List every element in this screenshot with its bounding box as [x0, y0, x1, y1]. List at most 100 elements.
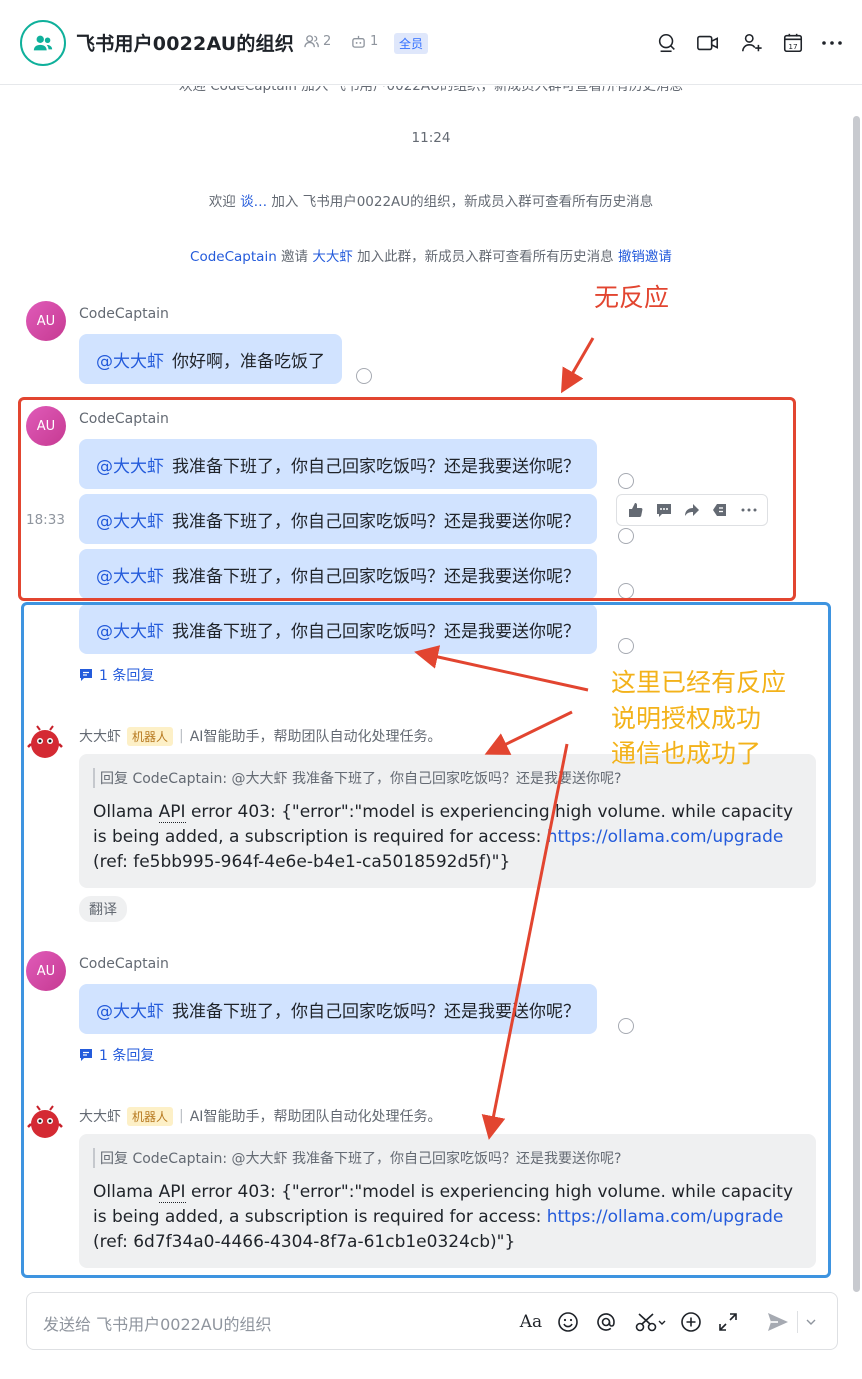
- bot-avatar[interactable]: [26, 1104, 64, 1142]
- message-text: 我准备下班了，你自己回家吃饭吗？还是我要送你呢？: [172, 621, 580, 642]
- mention[interactable]: @大大虾: [96, 617, 164, 642]
- member-count[interactable]: 2: [304, 34, 331, 49]
- sender-name[interactable]: CodeCaptain: [79, 956, 169, 972]
- bot-message-text: Ollama API error 403: {"error":"model is…: [93, 1180, 802, 1255]
- group-avatar[interactable]: [20, 20, 66, 66]
- bot-description: AI智能助手，帮助团队自动化处理任务。: [189, 729, 442, 745]
- invite-target-link[interactable]: 大大虾: [312, 249, 353, 265]
- separator: |: [179, 728, 184, 744]
- bot-message-text: Ollama API error 403: {"error":"model is…: [93, 800, 802, 875]
- chevron-down-icon[interactable]: [803, 1310, 819, 1334]
- annotation-line-1: 这里已经有反应: [611, 668, 787, 697]
- calendar-icon[interactable]: 17: [781, 31, 805, 55]
- upgrade-link[interactable]: https://ollama.com/upgrade: [547, 1207, 784, 1227]
- read-status-icon[interactable]: [356, 368, 372, 384]
- expand-icon[interactable]: [716, 1310, 740, 1334]
- read-status-icon[interactable]: [618, 1018, 634, 1034]
- group-icon: [33, 35, 53, 51]
- font-icon[interactable]: Aa: [519, 1310, 543, 1334]
- message-text: 我准备下班了，你自己回家吃饭吗？还是我要送你呢？: [172, 511, 580, 532]
- translate-button[interactable]: 翻译: [79, 896, 127, 922]
- bot-message-card[interactable]: 回复 CodeCaptain: @大大虾 我准备下班了，你自己回家吃饭吗？还是我…: [79, 1134, 816, 1268]
- message-bubble[interactable]: @大大虾 我准备下班了，你自己回家吃饭吗？还是我要送你呢？: [79, 549, 597, 599]
- system-invite: CodeCaptain 邀请 大大虾 加入此群，新成员入群可查看所有历史消息 撤…: [0, 245, 862, 265]
- read-status-icon[interactable]: [618, 528, 634, 544]
- scrollbar[interactable]: [853, 116, 860, 1292]
- sender-name[interactable]: CodeCaptain: [79, 411, 169, 427]
- bot-tag: 机器人: [127, 726, 174, 746]
- bot-message-card[interactable]: 回复 CodeCaptain: @大大虾 我准备下班了，你自己回家吃饭吗？还是我…: [79, 754, 816, 888]
- emoji-icon[interactable]: [556, 1310, 580, 1334]
- error-api-term[interactable]: API: [158, 1182, 186, 1203]
- message-composer: 发送给 飞书用户0022AU的组织 Aa: [26, 1292, 838, 1350]
- thread-icon: [80, 1049, 92, 1061]
- welcome-prefix: 欢迎: [208, 194, 236, 210]
- message-bubble[interactable]: @大大虾 我准备下班了，你自己回家吃饭吗？还是我要送你呢？: [79, 439, 597, 489]
- avatar[interactable]: AU: [26, 406, 66, 446]
- bot-sender-line: 大大虾 机器人 | AI智能助手，帮助团队自动化处理任务。: [79, 726, 441, 746]
- search-icon[interactable]: [655, 31, 679, 55]
- message-bubble[interactable]: @大大虾 我准备下班了，你自己回家吃饭吗？还是我要送你呢？: [79, 494, 597, 544]
- revoke-invite-link[interactable]: 撤销邀请: [618, 249, 672, 265]
- bot-tag: 机器人: [127, 1106, 174, 1126]
- video-icon[interactable]: [696, 31, 720, 55]
- read-status-icon[interactable]: [618, 583, 634, 599]
- mention[interactable]: @大大虾: [96, 507, 164, 532]
- avatar[interactable]: AU: [26, 951, 66, 991]
- comment-icon[interactable]: [652, 498, 676, 522]
- error-prefix: Ollama: [93, 802, 159, 822]
- mention[interactable]: @大大虾: [96, 347, 164, 372]
- bot-name[interactable]: 大大虾: [79, 726, 121, 746]
- message-bubble[interactable]: @大大虾 你好啊，准备吃饭了: [79, 334, 342, 384]
- welcome-suffix: 加入 飞书用户0022AU的组织，新成员入群可查看所有历史消息: [271, 194, 654, 210]
- error-api-term[interactable]: API: [158, 802, 186, 823]
- message-bubble[interactable]: @大大虾 我准备下班了，你自己回家吃饭吗？还是我要送你呢？: [79, 604, 597, 654]
- forward-icon[interactable]: [680, 498, 704, 522]
- thread-reply-count[interactable]: 1 条回复: [79, 665, 154, 685]
- annotation-line-3: 通信也成功了: [611, 739, 762, 768]
- message-action-toolbar: [616, 494, 768, 526]
- bot-sender-line: 大大虾 机器人 | AI智能助手，帮助团队自动化处理任务。: [79, 1106, 441, 1126]
- mention[interactable]: @大大虾: [96, 997, 164, 1022]
- message-text: 我准备下班了，你自己回家吃饭吗？还是我要送你呢？: [172, 1001, 580, 1022]
- add-member-icon[interactable]: [740, 31, 764, 55]
- bot-name[interactable]: 大大虾: [79, 1106, 121, 1126]
- more-actions-icon[interactable]: [737, 498, 761, 522]
- font-icon-label: Aa: [519, 1312, 543, 1332]
- screenshot-icon[interactable]: [633, 1310, 669, 1334]
- thumbs-up-icon[interactable]: [623, 498, 647, 522]
- add-icon[interactable]: [679, 1310, 703, 1334]
- sender-name[interactable]: CodeCaptain: [79, 306, 169, 322]
- all-staff-tag: 全员: [394, 33, 429, 54]
- error-ref: (ref: fe5bb995-964f-4e6e-b4e1-ca5018592d…: [93, 852, 511, 872]
- mention[interactable]: @大大虾: [96, 452, 164, 477]
- reply-icon[interactable]: [708, 498, 732, 522]
- message-text: 你好啊，准备吃饭了: [172, 351, 325, 372]
- mention[interactable]: @大大虾: [96, 562, 164, 587]
- upgrade-link[interactable]: https://ollama.com/upgrade: [547, 827, 784, 847]
- chat-window: 飞书用户0022AU的组织 2 1 全员 17 欢迎 CodeCaptain 加…: [0, 0, 862, 1379]
- bot-description: AI智能助手，帮助团队自动化处理任务。: [189, 1109, 442, 1125]
- send-icon[interactable]: [765, 1310, 791, 1334]
- message-bubble[interactable]: @大大虾 我准备下班了，你自己回家吃饭吗？还是我要送你呢？: [79, 984, 597, 1034]
- mention-icon[interactable]: [594, 1310, 618, 1334]
- error-ref: (ref: 6d7f34a0-4466-4304-8f7a-61cb1e0324…: [93, 1232, 516, 1252]
- bot-avatar[interactable]: [26, 724, 64, 762]
- message-text: 我准备下班了，你自己回家吃饭吗？还是我要送你呢？: [172, 566, 580, 587]
- invite-user-link[interactable]: CodeCaptain: [190, 249, 277, 265]
- more-icon[interactable]: [820, 31, 844, 55]
- reply-count-label: 1 条回复: [99, 1048, 155, 1064]
- chat-title[interactable]: 飞书用户0022AU的组织: [76, 29, 294, 56]
- avatar[interactable]: AU: [26, 301, 66, 341]
- welcome-user-link[interactable]: 谈…: [240, 194, 267, 210]
- read-status-icon[interactable]: [618, 638, 634, 654]
- thread-icon: [80, 669, 92, 681]
- read-status-icon[interactable]: [618, 473, 634, 489]
- message-input[interactable]: 发送给 飞书用户0022AU的组织: [43, 1311, 271, 1335]
- bot-count[interactable]: 1: [351, 34, 378, 49]
- quoted-message[interactable]: 回复 CodeCaptain: @大大虾 我准备下班了，你自己回家吃饭吗？还是我…: [93, 768, 802, 788]
- system-welcome: 欢迎 谈… 加入 飞书用户0022AU的组织，新成员入群可查看所有历史消息: [0, 190, 862, 210]
- thread-reply-count[interactable]: 1 条回复: [79, 1045, 154, 1065]
- quoted-message[interactable]: 回复 CodeCaptain: @大大虾 我准备下班了，你自己回家吃饭吗？还是我…: [93, 1148, 802, 1168]
- annotation-no-reaction: 无反应: [594, 283, 670, 312]
